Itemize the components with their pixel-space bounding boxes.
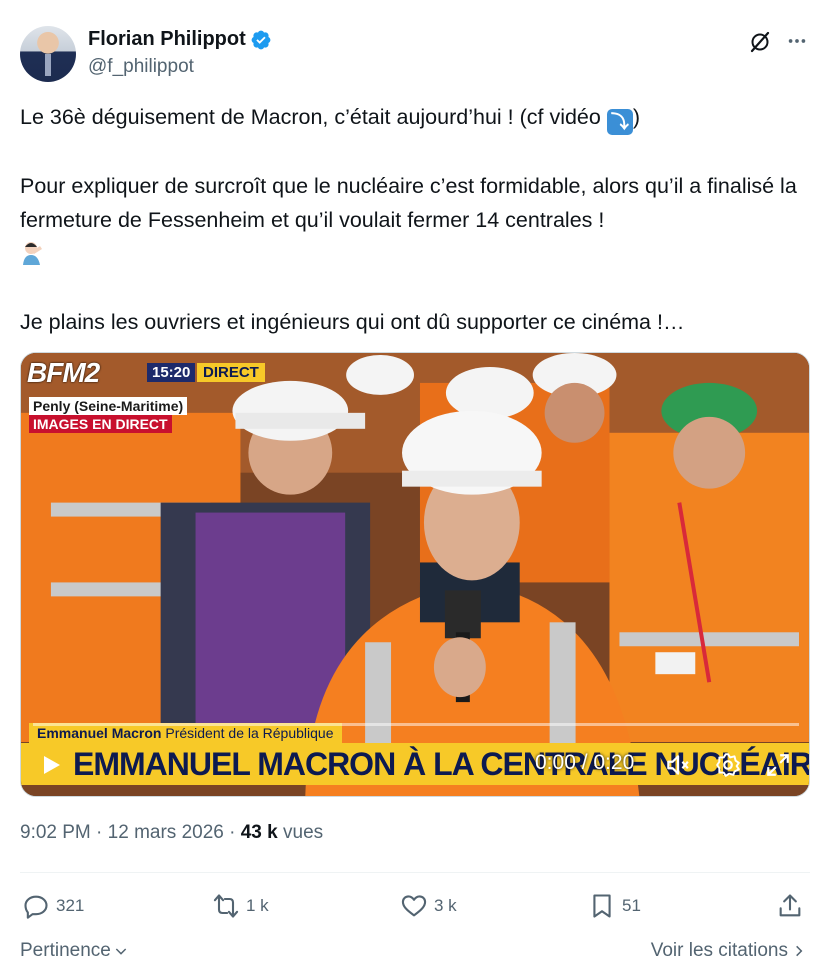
views-label: vues <box>283 822 324 843</box>
tweet-meta: 9:02 PM · 12 mars 2026 · 43 k vues <box>20 822 323 844</box>
speaker-title: Président de la République <box>165 725 334 741</box>
tweet-line-1: Le 36è déguisement de Macron, c’était au… <box>20 100 810 135</box>
reply-button[interactable]: 321 <box>22 892 84 920</box>
location-caption: Penly (Seine-Maritime) <box>29 397 188 415</box>
tweet-line-1-text: Le 36è déguisement de Macron, c’était au… <box>20 105 601 129</box>
bookmark-button[interactable]: 51 <box>588 892 641 920</box>
author-name[interactable]: Florian Philippot <box>88 28 246 51</box>
tweet-paragraph-2: Pour expliquer de surcroît que le nucléa… <box>20 169 810 271</box>
sort-label: Pertinence <box>20 940 111 961</box>
arrow-curving-down-emoji-icon: ⤵ <box>606 109 633 135</box>
video-progress-bar[interactable] <box>33 723 799 726</box>
views-count: 43 k <box>240 822 278 843</box>
verified-badge-icon <box>251 30 271 49</box>
reply-icon <box>24 895 48 919</box>
play-icon[interactable] <box>39 753 63 777</box>
bookmark-icon <box>593 894 611 918</box>
tweet-date[interactable]: 12 mars 2026 <box>108 822 224 843</box>
channel-time: 15:20 <box>147 363 196 382</box>
repost-icon <box>213 894 239 918</box>
video-controls: 0:00 / 0:20 <box>21 747 809 783</box>
volume-muted-icon[interactable] <box>664 752 690 778</box>
repost-count: 1 k <box>246 896 269 915</box>
tweet-paragraph-2-text: Pour expliquer de surcroît que le nucléa… <box>20 174 797 232</box>
share-icon <box>779 894 801 917</box>
view-quotes-link[interactable]: Voir les citations <box>651 940 806 962</box>
tweet-header: Florian Philippot @f_philippot <box>20 24 810 84</box>
tweet-time[interactable]: 9:02 PM <box>20 822 91 843</box>
action-bar: 321 1 k 3 k 51 <box>20 892 810 926</box>
like-count: 3 k <box>434 896 457 915</box>
meta-separator: · <box>229 822 236 843</box>
speaker-name: Emmanuel Macron <box>37 725 162 741</box>
more-options-icon[interactable] <box>784 28 810 54</box>
channel-logo: BFM2 <box>27 357 100 388</box>
bookmark-count: 51 <box>622 896 641 915</box>
channel-live-badge: DIRECT <box>197 363 265 382</box>
quotes-label: Voir les citations <box>650 940 788 961</box>
avatar[interactable] <box>20 26 76 82</box>
divider <box>20 872 810 873</box>
replies-footer: Pertinence Voir les citations <box>20 938 810 968</box>
chevron-down-icon <box>115 948 127 955</box>
like-button[interactable]: 3 k <box>400 892 457 920</box>
sort-dropdown[interactable]: Pertinence <box>20 940 129 962</box>
settings-icon[interactable] <box>715 752 741 778</box>
grok-icon[interactable] <box>748 30 772 54</box>
tweet-line-1-end: ) <box>632 105 641 129</box>
facepalm-emoji-icon <box>23 242 42 265</box>
heart-icon <box>401 895 427 917</box>
author-handle[interactable]: @f_philippot <box>88 56 194 78</box>
fullscreen-icon[interactable] <box>765 752 791 778</box>
video-player[interactable]: BFM2 15:20 DIRECT Penly (Seine-Maritime)… <box>20 352 810 797</box>
chevron-right-icon <box>796 945 803 957</box>
meta-separator: · <box>96 822 103 843</box>
author-name-row[interactable]: Florian Philippot <box>88 28 272 51</box>
speaker-caption: Emmanuel Macron Président de la Républiq… <box>29 723 342 743</box>
repost-button[interactable]: 1 k <box>212 892 269 920</box>
video-timecode: 0:00 / 0:20 <box>535 751 635 774</box>
live-caption: IMAGES EN DIRECT <box>29 415 172 433</box>
tweet-paragraph-3: Je plains les ouvriers et ingénieurs qui… <box>20 310 685 334</box>
tweet-text: Le 36è déguisement de Macron, c’était au… <box>20 100 810 339</box>
share-button[interactable] <box>776 892 804 920</box>
reply-count: 321 <box>56 896 85 915</box>
